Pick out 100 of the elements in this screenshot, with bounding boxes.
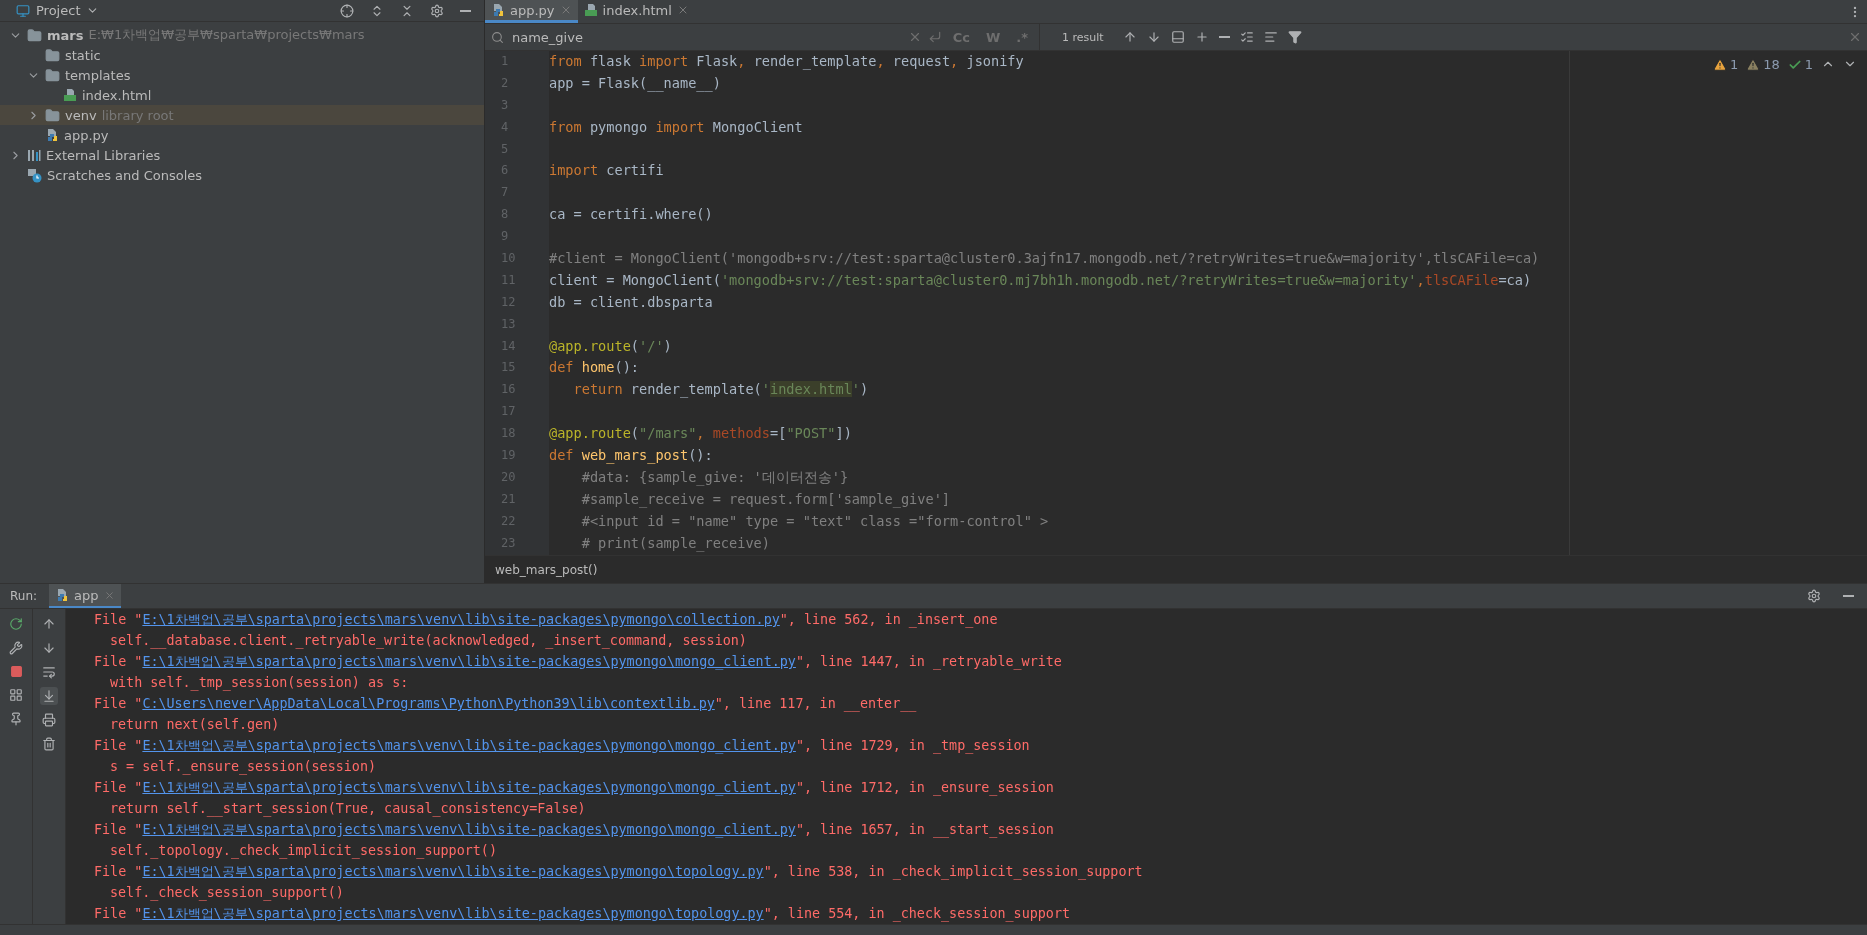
soft-wrap-icon <box>42 665 56 679</box>
filter-icon <box>1287 30 1302 44</box>
trash-button[interactable] <box>40 735 58 753</box>
warning-icon <box>1746 57 1761 72</box>
file-link[interactable]: E:\1차백업\공부\sparta\projects\mars\venv\lib\site-packages\pymongo\topology.py <box>142 864 764 879</box>
code-line: return render_template('index.html') <box>572 380 870 400</box>
file-link[interactable]: E:\1차백업\공부\sparta\projects\mars\venv\lib\site-packages\pymongo\mongo_client.py <box>142 654 796 669</box>
traceback-line: File "E:\1차백업\공부\sparta\projects\mars\venv\lib\site-packages\pymongo\mongo_client.py", line 1657, in __start_session <box>94 821 1055 840</box>
tree-item[interactable]: index.html <box>0 85 484 105</box>
traceback-line: File "C:\Users\never\AppData\Local\Programs\Python\Python39\lib\contextlib.py", line 117, in __enter__ <box>94 695 918 714</box>
tree-item-hint: library root <box>101 107 174 123</box>
tree-item[interactable]: Scratches and Consoles <box>0 165 484 185</box>
tree-item[interactable]: static <box>0 45 484 65</box>
minimize-icon <box>460 9 471 12</box>
traceback-line: File "E:\1차백업\공부\sparta\projects\mars\venv\lib\site-packages\pymongo\collection.py", line 562, in _insert_one <box>94 611 999 630</box>
scroll-to-end-icon <box>42 689 56 703</box>
traceback-code: return next(self.gen) <box>109 716 281 734</box>
code-line: from flask import Flask, render_template, request, jsonify <box>549 52 1025 72</box>
rerun-button[interactable] <box>7 615 25 633</box>
traceback-code: return self.__start_session(True, causal_consistency=False) <box>109 800 587 819</box>
file-link[interactable]: E:\1차백업\공부\sparta\projects\mars\venv\lib\site-packages\pymongo\collection.py <box>142 612 780 627</box>
select-all-icon <box>1239 30 1254 44</box>
folder-icon <box>45 47 60 63</box>
tree-item[interactable]: templates <box>0 65 484 85</box>
layout-button[interactable] <box>7 686 25 704</box>
file-link[interactable]: E:\1차백업\공부\sparta\projects\mars\venv\lib\site-packages\pymongo\mongo_client.py <box>142 780 796 795</box>
code-line: ca = certifi.where() <box>549 205 714 225</box>
align-icon <box>1263 30 1278 44</box>
code-line: import certifi <box>549 161 665 181</box>
search-result-count: 1 result <box>1062 30 1104 44</box>
inspection-count[interactable]: 1 <box>1804 57 1813 72</box>
file-link[interactable]: E:\1차백업\공부\sparta\projects\mars\venv\lib\site-packages\pymongo\mongo_client.py <box>142 738 796 753</box>
pin-icon <box>9 712 23 726</box>
tree-item-hint: E:₩1차백업₩공부₩sparta₩projects₩mars <box>88 26 365 44</box>
settings-icon <box>1807 589 1821 603</box>
scroll-to-end-button[interactable] <box>40 687 58 705</box>
code-line: #sample_receive = request.form['sample_give'] <box>580 489 952 510</box>
code-line: def home(): <box>549 358 641 378</box>
search-icon <box>491 30 504 44</box>
code-line: #<input id = "name" type = "text" class ="form-control" > <box>580 511 1050 531</box>
next-match-icon <box>1146 30 1161 44</box>
print-icon <box>42 713 56 727</box>
file-link[interactable]: E:\1차백업\공부\sparta\projects\mars\venv\lib\site-packages\pymongo\mongo_client.py <box>142 822 796 837</box>
traceback-line: File "E:\1차백업\공부\sparta\projects\mars\venv\lib\site-packages\pymongo\mongo_client.py", line 1729, in _tmp_session <box>94 737 1031 756</box>
html-file-icon <box>583 3 598 17</box>
code-line: @app.route("/mars", methods=["POST"]) <box>549 424 853 444</box>
warning-icon <box>1712 57 1727 72</box>
editor-tab[interactable]: index.html <box>577 0 695 23</box>
traceback-code: self._check_session_support() <box>109 884 345 903</box>
folder-icon <box>45 67 60 83</box>
library-bars-icon <box>27 148 41 162</box>
editor-tab[interactable]: app.py <box>485 0 578 23</box>
run-tab[interactable]: app <box>49 584 121 608</box>
python-icon <box>55 588 70 602</box>
python-file-icon <box>45 128 59 142</box>
layout-icon <box>9 688 23 702</box>
tree-item[interactable]: External Libraries <box>0 145 484 165</box>
folder-icon <box>27 27 42 43</box>
locate-icon <box>340 3 354 18</box>
wrench-button[interactable] <box>7 639 25 657</box>
window-icon <box>16 3 30 18</box>
code-line: @app.route('/') <box>549 336 673 356</box>
collapse-all-icon <box>400 3 414 18</box>
down-icon <box>42 641 56 655</box>
file-link[interactable]: E:\1차백업\공부\sparta\projects\mars\venv\lib\site-packages\pymongo\topology.py <box>142 906 764 921</box>
panel-title[interactable]: Project <box>36 3 81 18</box>
code-line: db = client.dbsparta <box>549 292 714 312</box>
inspection-count[interactable]: 1 <box>1729 57 1739 72</box>
up-icon <box>42 617 56 631</box>
code-line: #data: {sample_give: '데이터전송'} <box>580 467 850 488</box>
wrench-icon <box>9 641 23 655</box>
folder-icon <box>45 107 60 123</box>
tree-item[interactable]: app.py <box>0 125 484 145</box>
stop-icon <box>9 665 23 678</box>
code-line: #client = MongoClient('mongodb+srv://test:sparta@cluster0.3ajfn17.mongodb.net/?retryWrites=true&w=majority',tlsCAFile=ca) <box>549 249 1541 268</box>
rerun-icon <box>9 617 23 631</box>
breadcrumb[interactable]: web_mars_post() <box>495 562 598 577</box>
code-line: from pymongo import MongoClient <box>549 117 804 137</box>
minimize-icon <box>1843 595 1854 597</box>
close-icon <box>1848 30 1862 44</box>
traceback-code: with self._tmp_session(session) as s: <box>109 674 410 693</box>
traceback-line: File "E:\1차백업\공부\sparta\projects\mars\venv\lib\site-packages\pymongo\topology.py", line 554, in _check_session_support <box>94 905 1071 924</box>
trash-icon <box>42 737 56 751</box>
traceback-line: File "E:\1차백업\공부\sparta\projects\mars\venv\lib\site-packages\pymongo\mongo_client.py", line 1712, in _ensure_session <box>94 779 1055 798</box>
code-line: client = MongoClient('mongodb+srv://test:sparta@cluster0.mj7bh1h.mongodb.net/?retryWrites=true&w=majority',tlsCAFile=ca) <box>549 270 1533 290</box>
code-line: # print(sample_receive) <box>580 533 771 554</box>
traceback-line: File "E:\1차백업\공부\sparta\projects\mars\venv\lib\site-packages\pymongo\topology.py", line 538, in _check_implicit_session_support <box>94 863 1144 882</box>
file-link[interactable]: C:\Users\never\AppData\Local\Programs\Python\Python39\lib\contextlib.py <box>142 696 715 711</box>
settings-button[interactable] <box>1805 587 1823 605</box>
inspection-count[interactable]: 18 <box>1763 57 1780 72</box>
traceback-line: File "E:\1차백업\공부\sparta\projects\mars\venv\lib\site-packages\pymongo\mongo_client.py", line 1447, in _retryable_write <box>94 653 1063 672</box>
tree-item[interactable]: mars E:₩1차백업₩공부₩sparta₩projects₩mars <box>0 25 484 45</box>
traceback-code: self.__database.client._retryable_write(acknowledged, _insert_command, session) <box>109 632 748 651</box>
previous-match-icon <box>1122 30 1137 44</box>
tree-item[interactable]: venv library root <box>0 105 484 125</box>
print-button[interactable] <box>40 711 58 729</box>
python-file-icon <box>491 3 505 17</box>
scratch-clock-icon <box>27 167 42 183</box>
traceback-code: s = self._ensure_session(session) <box>109 758 378 777</box>
settings-icon <box>430 3 444 18</box>
